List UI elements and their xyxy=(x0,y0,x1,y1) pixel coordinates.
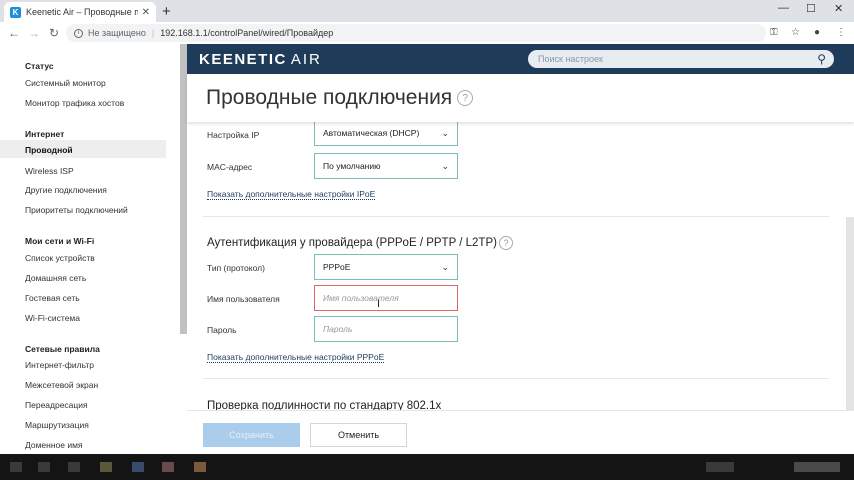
keenetic-logo: KEENETIC AIR xyxy=(199,51,322,68)
router-page: Статус Системный монитор Монитор трафика… xyxy=(0,44,854,454)
ip-settings-select[interactable]: Автоматическая (DHCP) ⌄ xyxy=(314,120,458,146)
username-input[interactable]: Имя пользователя xyxy=(314,285,458,311)
sidebar: Статус Системный монитор Монитор трафика… xyxy=(0,44,187,454)
sidebar-group-network-rules: Сетевые правила xyxy=(25,344,100,354)
os-taskbar xyxy=(0,454,854,480)
address-separator: | xyxy=(151,28,155,38)
sidebar-item-wifi-system[interactable]: Wi-Fi-система xyxy=(25,313,80,323)
sidebar-item-firewall[interactable]: Межсетевой экран xyxy=(25,380,98,390)
sidebar-item-wireless-isp[interactable]: Wireless ISP xyxy=(25,166,74,176)
section-divider xyxy=(203,216,829,217)
minimize-icon[interactable]: — xyxy=(778,2,789,14)
sidebar-group-networks: Мои сети и Wi-Fi xyxy=(25,236,95,246)
maximize-icon[interactable]: ☐ xyxy=(806,2,816,15)
taskbar-icon[interactable] xyxy=(132,462,144,472)
chevron-down-icon: ⌄ xyxy=(441,128,449,138)
keenetic-favicon-icon: K xyxy=(10,6,21,18)
info-icon[interactable]: i xyxy=(74,28,83,38)
sidebar-group-status: Статус xyxy=(25,61,54,71)
protocol-type-label: Тип (протокол) xyxy=(207,263,265,273)
sidebar-item-forwarding[interactable]: Переадресация xyxy=(25,400,88,410)
sidebar-item-domain-name[interactable]: Доменное имя xyxy=(25,440,83,450)
protocol-type-select[interactable]: PPPoE ⌄ xyxy=(314,254,458,280)
cancel-button[interactable]: Отменить xyxy=(310,423,407,447)
browser-tabstrip: K Keenetic Air – Проводные подк ✕ + — ☐ … xyxy=(0,0,854,22)
auth-help-icon[interactable]: ? xyxy=(498,236,513,250)
security-label: Не защищено xyxy=(88,28,146,38)
logo-suffix: AIR xyxy=(290,51,322,68)
password-input[interactable]: Пароль xyxy=(314,316,458,342)
sidebar-item-routing[interactable]: Маршрутизация xyxy=(25,420,89,430)
mac-address-select[interactable]: По умолчанию ⌄ xyxy=(314,153,458,179)
auth-section-title: Аутентификация у провайдера (PPPoE / PPT… xyxy=(207,236,513,250)
key-icon[interactable]: ⚿ xyxy=(770,27,778,38)
taskbar-icon[interactable] xyxy=(194,462,206,472)
chevron-down-icon: ⌄ xyxy=(441,262,449,272)
search-icon[interactable]: ⚲ xyxy=(817,52,826,66)
taskbar-icon[interactable] xyxy=(10,462,22,472)
app-header: KEENETIC AIR Поиск настроек ⚲ xyxy=(187,44,854,74)
username-label: Имя пользователя xyxy=(207,294,280,304)
search-placeholder: Поиск настроек xyxy=(538,54,603,64)
sidebar-group-internet: Интернет xyxy=(25,129,65,139)
settings-search-input[interactable]: Поиск настроек ⚲ xyxy=(528,50,834,68)
address-bar[interactable]: i Не защищено | 192.168.1.1/controlPanel… xyxy=(66,24,766,42)
chevron-down-icon: ⌄ xyxy=(441,161,449,171)
sidebar-item-host-traffic[interactable]: Монитор трафика хостов xyxy=(25,98,124,108)
sidebar-scrollbar[interactable] xyxy=(180,44,187,334)
taskbar-icon[interactable] xyxy=(100,462,112,472)
ipoe-advanced-link[interactable]: Показать дополнительные настройки IPoE xyxy=(207,189,376,200)
back-icon[interactable]: ← xyxy=(4,26,24,40)
page-title-bar: Проводные подключения? xyxy=(187,74,854,122)
url-text[interactable]: 192.168.1.1/controlPanel/wired/Провайдер xyxy=(160,28,333,38)
taskbar-icon[interactable] xyxy=(162,462,174,472)
taskbar-icon[interactable] xyxy=(38,462,50,472)
taskbar-icon[interactable] xyxy=(68,462,80,472)
bookmark-star-icon[interactable]: ☆ xyxy=(791,27,800,38)
new-tab-icon[interactable]: + xyxy=(162,3,171,20)
sidebar-item-devices[interactable]: Список устройств xyxy=(25,253,95,263)
logo-main: KEENETIC xyxy=(199,51,287,68)
help-icon[interactable]: ? xyxy=(457,90,474,107)
sidebar-item-home-network[interactable]: Домашняя сеть xyxy=(25,273,86,283)
browser-toolbar: ← → ↻ i Не защищено | 192.168.1.1/contro… xyxy=(0,22,854,44)
page-title: Проводные подключения? xyxy=(206,86,474,110)
sidebar-item-wired[interactable]: Проводной xyxy=(25,145,73,155)
account-icon[interactable]: ● xyxy=(814,27,820,38)
ip-settings-label: Настройка IP xyxy=(207,130,260,140)
section-divider xyxy=(203,378,829,379)
sidebar-item-connection-priorities[interactable]: Приоритеты подключений xyxy=(25,205,128,215)
sidebar-item-internet-filter[interactable]: Интернет-фильтр xyxy=(25,360,94,370)
tab-close-icon[interactable]: ✕ xyxy=(142,7,150,18)
sidebar-item-guest-network[interactable]: Гостевая сеть xyxy=(25,293,80,303)
window-close-icon[interactable]: ✕ xyxy=(834,2,843,15)
mac-address-label: MAC-адрес xyxy=(207,162,253,172)
taskbar-clock[interactable] xyxy=(794,462,840,472)
form-footer: Сохранить Отменить xyxy=(187,410,854,454)
save-button[interactable]: Сохранить xyxy=(203,423,300,447)
sidebar-item-other-connections[interactable]: Другие подключения xyxy=(25,185,107,195)
text-cursor-icon: I xyxy=(377,298,381,310)
browser-tab[interactable]: K Keenetic Air – Проводные подк ✕ xyxy=(4,2,156,22)
content-scrollbar[interactable] xyxy=(846,217,854,432)
forward-icon[interactable]: → xyxy=(24,26,44,40)
password-label: Пароль xyxy=(207,325,237,335)
reload-icon[interactable]: ↻ xyxy=(44,26,64,40)
pppoe-advanced-link[interactable]: Показать дополнительные настройки PPPoE xyxy=(207,352,385,363)
sidebar-item-system-monitor[interactable]: Системный монитор xyxy=(25,78,106,88)
tab-title: Keenetic Air – Проводные подк xyxy=(26,7,138,17)
tray-icons[interactable] xyxy=(706,462,734,472)
browser-menu-icon[interactable]: ⋮ xyxy=(836,27,846,38)
settings-content: Настройка IP Автоматическая (DHCP) ⌄ MAC… xyxy=(187,120,854,454)
